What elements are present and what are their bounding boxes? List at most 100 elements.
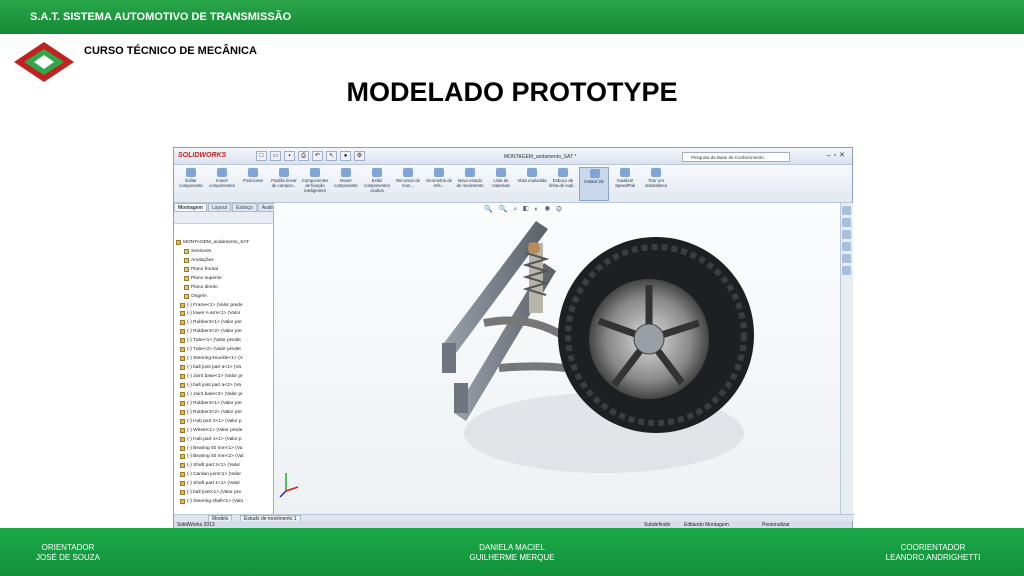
ribbon-button[interactable]: Padrão linear de compon... <box>269 167 299 201</box>
author-2: GUILHERME MERQUE <box>469 553 555 562</box>
ribbon-button-label: Editar componente <box>179 178 203 188</box>
tree-item-label: Origem <box>191 293 207 299</box>
tree-component-item[interactable]: (-) Hub part 1<1> (Valor p <box>176 435 273 444</box>
tree-feature-item[interactable]: Plano superior <box>176 274 273 283</box>
tree-feature-item[interactable]: Plano direito <box>176 283 273 292</box>
ribbon-command-icon <box>496 168 506 177</box>
tree-component-item[interactable]: (-) ball joint part a<2> (Va <box>176 381 273 390</box>
save-icon[interactable]: ▪ <box>284 151 295 161</box>
tree-component-item[interactable]: (-) Bearing 40 mm<2> (Val <box>176 453 273 462</box>
tree-item-label: (-) Shaft part 1<1> (Valor <box>187 481 240 487</box>
ribbon-button[interactable]: Componentes de fixação inteligentes <box>300 167 330 201</box>
window-controls[interactable]: –▫✕ <box>827 151 848 159</box>
feature-icon <box>184 293 189 299</box>
tree-component-item[interactable]: (-) ball joint part a<1> (Va <box>176 363 273 372</box>
tree-component-item[interactable]: (-) ball joint<1> (Valor pre <box>176 488 273 497</box>
solidworks-resources-icon[interactable] <box>842 206 851 215</box>
solidworks-window: SOLIDWORKS □ ▭ ▪ ⎙ ↶ ↖ ● ⚙ MONTAGEM_anda… <box>173 147 854 528</box>
ribbon-button[interactable]: Geometria de refe... <box>424 167 454 201</box>
ribbon-command-icon <box>217 168 227 177</box>
tree-root-label: MONTAGEM_andamento_SAT <box>183 239 250 245</box>
appearances-icon[interactable] <box>842 254 851 263</box>
ribbon-button-label: Inserir componentes <box>209 178 235 188</box>
tree-component-item[interactable]: (-) Frame<1> (Valor prede <box>176 301 273 310</box>
tree-component-item[interactable]: (-) Rubber3<2> (Valor pre <box>176 408 273 417</box>
ribbon-button[interactable]: Instant 3D <box>579 167 609 201</box>
tree-item-label: (-) Frame<1> (Valor prede <box>187 302 243 308</box>
ribbon-command-icon <box>279 168 289 177</box>
print-icon[interactable]: ⎙ <box>298 151 309 161</box>
tree-root[interactable]: MONTAGEM_andamento_SAT <box>176 238 273 247</box>
ribbon-command-icon <box>527 168 537 177</box>
tree-component-item[interactable]: (-) Shaft part 2<1> (Valor <box>176 461 273 470</box>
graphics-viewport[interactable]: 🔍 🔍 ⌕ ◧ ◐ ◉ ⚙ <box>274 203 840 514</box>
footer-advisor: ORIENTADOR JOSÉ DE SOUZA <box>20 543 116 563</box>
ribbon-button[interactable]: Posicionar <box>238 167 268 201</box>
design-library-icon[interactable] <box>842 218 851 227</box>
feature-icon <box>184 248 189 254</box>
tree-component-item[interactable]: (-) Rubber3<2> (Valor pre <box>176 327 273 336</box>
knowledge-search-input[interactable]: Pesquisa da Base de Conhecimento <box>682 152 790 162</box>
new-file-icon[interactable]: □ <box>256 151 267 161</box>
tree-item-label: (-) lower A arm<1> (Valor <box>187 311 241 317</box>
tree-component-item[interactable]: (-) lower A arm<1> (Valor <box>176 310 273 319</box>
tree-feature-item[interactable]: Origem <box>176 292 273 301</box>
tree-component-item[interactable]: (-) Hub part 2<1> (Valor p <box>176 417 273 426</box>
app-brand: SOLIDWORKS <box>178 152 227 159</box>
tree-component-item[interactable]: (-) Joint base<1> (Valor pr <box>176 372 273 381</box>
view-palette-icon[interactable] <box>842 242 851 251</box>
footer-bar: ORIENTADOR JOSÉ DE SOUZA DANIELA MACIEL … <box>0 528 1024 576</box>
ribbon-button[interactable]: Novo estudo de movimento <box>455 167 485 201</box>
command-manager: Editar componente Inserir componentes Posi… <box>174 165 852 203</box>
tree-component-item[interactable]: (-) Rubber3<1> (Valor pre <box>176 318 273 327</box>
tree-feature-item[interactable]: Plano frontal <box>176 265 273 274</box>
component-icon <box>180 311 185 317</box>
options-icon[interactable]: ⚙ <box>354 151 365 161</box>
undo-icon[interactable]: ↶ <box>312 151 323 161</box>
tab-montagem[interactable]: Montagem <box>174 203 207 212</box>
ribbon-button[interactable]: Editar componente <box>176 167 206 201</box>
tree-component-item[interactable]: (-) Joint base<2> (Valor pr <box>176 390 273 399</box>
ribbon-button[interactable]: Tirar um instantâneo <box>641 167 671 201</box>
tree-item-label: (-) Steering knuckle<1> (V <box>187 356 243 362</box>
tree-component-item[interactable]: (-) Bearing 40 mm<1> (Va <box>176 444 273 453</box>
open-icon[interactable]: ▭ <box>270 151 281 161</box>
file-explorer-icon[interactable] <box>842 230 851 239</box>
rebuild-icon[interactable]: ● <box>340 151 351 161</box>
tab-layout[interactable]: Layout <box>208 203 232 212</box>
component-icon <box>180 418 185 424</box>
tree-component-item[interactable]: (-) Steering shaft<1> (Valo <box>176 497 273 506</box>
ribbon-button[interactable]: Exibir componentes ocultos <box>362 167 392 201</box>
app-titlebar: SOLIDWORKS □ ▭ ▪ ⎙ ↶ ↖ ● ⚙ MONTAGEM_anda… <box>174 148 852 165</box>
ribbon-button-label: Recursos de mon... <box>395 178 421 188</box>
tree-component-item[interactable]: (-) Shaft part 1<1> (Valor <box>176 479 273 488</box>
ribbon-command-icon <box>558 168 568 177</box>
ribbon-button[interactable]: Inserir componentes <box>207 167 237 201</box>
tree-component-item[interactable]: (-) Wheel<1> (Valor prede <box>176 426 273 435</box>
ribbon-button-label: Esboço de linha de expl... <box>549 178 577 188</box>
ribbon-command-icon <box>372 168 382 177</box>
ribbon-command-icon <box>434 168 444 177</box>
ribbon-button[interactable]: Atualizar SpeedPak <box>610 167 640 201</box>
component-icon <box>180 490 185 496</box>
tree-component-item[interactable]: (-) Steering knuckle<1> (V <box>176 354 273 363</box>
advisor-name: JOSÉ DE SOUZA <box>35 553 100 562</box>
ribbon-button[interactable]: Mover componente <box>331 167 361 201</box>
ribbon-button[interactable]: Vista explodida <box>517 167 547 201</box>
tree-feature-item[interactable]: Sensores <box>176 247 273 256</box>
tree-component-item[interactable]: (-) Cardan joint<1> (Valor <box>176 470 273 479</box>
tree-feature-item[interactable]: Anotações <box>176 256 273 265</box>
custom-properties-icon[interactable] <box>842 266 851 275</box>
ribbon-button[interactable]: Lista de materiais <box>486 167 516 201</box>
tree-component-item[interactable]: (-) Rubber3<1> (Valor pre <box>176 399 273 408</box>
ribbon-button[interactable]: Esboço de linha de expl... <box>548 167 578 201</box>
ribbon-button-label: Mover componente <box>334 178 358 188</box>
tree-component-item[interactable]: (-) Tube<1> (Valor predet <box>176 336 273 345</box>
tree-item-label: (-) Tube<1> (Valor predet <box>187 338 241 344</box>
tree-component-item[interactable]: (-) Tube<2> (Valor predet <box>176 345 273 354</box>
select-icon[interactable]: ↖ <box>326 151 337 161</box>
tree-item-label: (-) Hub part 2<1> (Valor p <box>187 418 242 424</box>
heads-up-view-toolbar[interactable]: 🔍 🔍 ⌕ ◧ ◐ ◉ ⚙ <box>484 205 564 214</box>
ribbon-button[interactable]: Recursos de mon... <box>393 167 423 201</box>
tab-esboço[interactable]: Esboço <box>232 203 257 212</box>
